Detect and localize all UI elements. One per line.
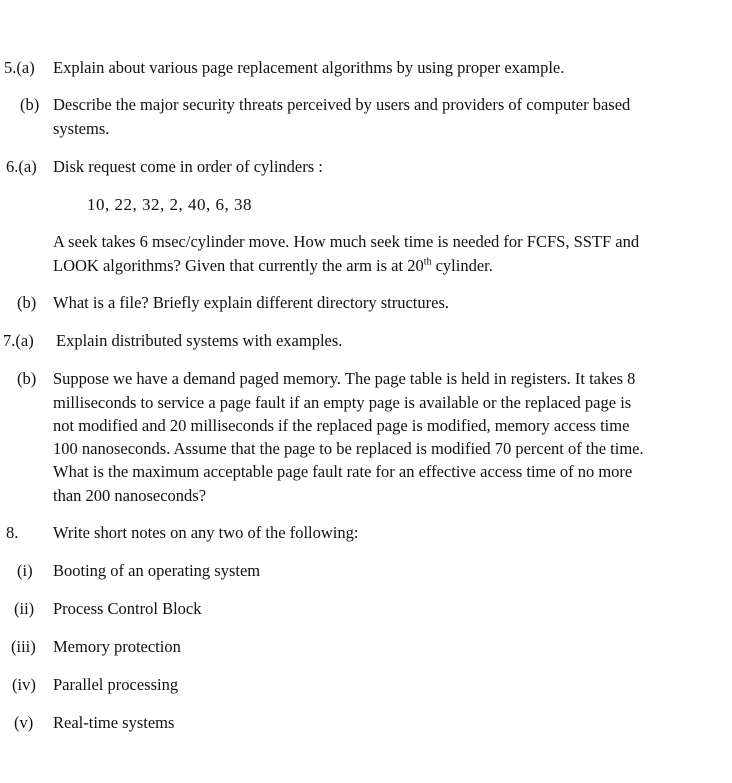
question-text-line: Describe the major security threats perc… [53,95,631,114]
question-number: (b) [20,95,40,114]
question-text: Write short notes on any two of the foll… [53,523,359,542]
question-text: What is a file? Briefly explain differen… [53,293,449,312]
question-text: Disk request come in order of cylinders … [53,157,323,176]
question-text-line: milliseconds to service a page fault if … [53,393,632,412]
question-number: 6.(a) [6,157,37,176]
question-text-line: A seek takes 6 msec/cylinder move. How m… [53,232,640,251]
question-text-line: not modified and 20 milliseconds if the … [53,416,630,435]
question-number: 7.(a) [3,331,34,350]
question-text-line: What is the maximum acceptable page faul… [53,462,633,481]
question-number: 8. [6,523,19,542]
item-number: (i) [17,561,33,580]
question-number: (b) [17,369,37,388]
item-text: Booting of an operating system [53,561,261,580]
item-text: Process Control Block [53,599,202,618]
question-text: Explain distributed systems with example… [56,331,343,350]
item-number: (iv) [12,675,36,694]
item-number: (iii) [11,637,36,656]
question-number: 5.(a) [4,58,35,77]
question-text-line: 100 nanoseconds. Assume that the page to… [53,439,644,458]
question-text-line: systems. [53,119,110,138]
item-text: Memory protection [53,637,181,656]
question-text-line: LOOK algorithms? Given that currently th… [53,256,493,275]
item-number: (ii) [14,599,35,618]
question-text-line: than 200 nanoseconds? [53,486,207,505]
question-text-line: Suppose we have a demand paged memory. T… [53,369,636,388]
item-number: (v) [14,713,34,732]
item-text: Parallel processing [53,675,179,694]
cylinder-sequence: 10, 22, 32, 2, 40, 6, 38 [87,195,252,214]
question-number: (b) [17,293,37,312]
question-text: Explain about various page replacement a… [53,58,565,77]
item-text: Real-time systems [53,713,175,732]
